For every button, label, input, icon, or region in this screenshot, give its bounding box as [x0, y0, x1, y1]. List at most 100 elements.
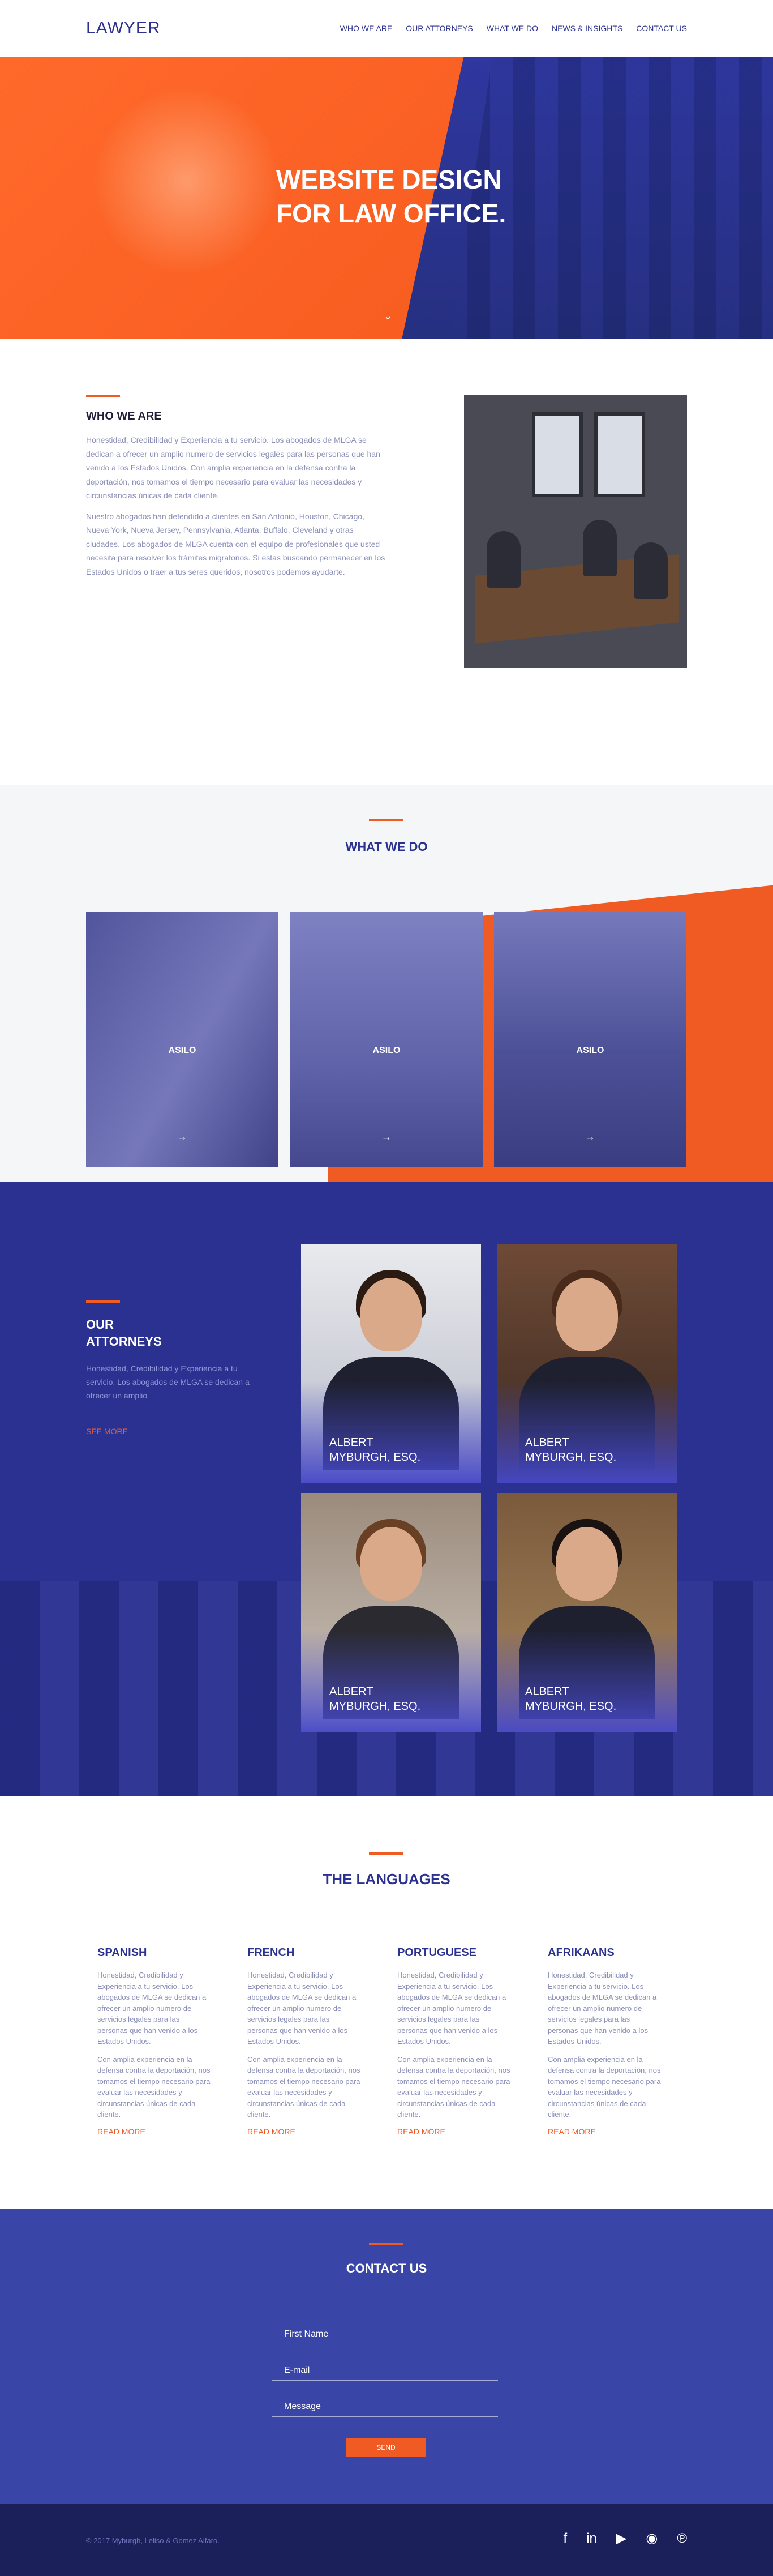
card-overlay: [301, 1381, 481, 1483]
language-column: SPANISH Honestidad, Credibilidad y Exper…: [97, 1946, 211, 2137]
person-shape: [583, 520, 617, 576]
copyright-text: © 2017 Myburgh, Leliso & Gomez Alfaro.: [86, 2536, 220, 2545]
nav-what-we-do[interactable]: WHAT WE DO: [487, 24, 538, 33]
attorneys-description: Honestidad, Credibilidad y Experiencia a…: [86, 1364, 250, 1400]
chevron-down-icon[interactable]: ⌄: [384, 310, 392, 322]
hero-banner: WEBSITE DESIGN FOR LAW OFFICE. ⌄: [0, 57, 773, 339]
read-more-link[interactable]: READ MORE: [397, 2127, 445, 2136]
language-text: Con amplia experiencia en la defensa con…: [97, 2055, 211, 2119]
service-card[interactable]: ASILO →: [290, 912, 483, 1167]
site-header: LAWYER WHO WE ARE OUR ATTORNEYS WHAT WE …: [0, 0, 773, 57]
section-accent-line: [369, 1852, 403, 1855]
who-paragraph-2: Nuestro abogados han defendido a cliente…: [86, 511, 385, 576]
language-column: FRENCH Honestidad, Credibilidad y Experi…: [247, 1946, 360, 2137]
section-title: THE LANGUAGES: [323, 1871, 450, 1888]
attorney-figure: [360, 1527, 422, 1601]
youtube-icon[interactable]: ▶: [616, 2532, 626, 2545]
service-card-title: ASILO: [168, 1046, 196, 1055]
attorney-name: ALBERT MYBURGH, ESQ.: [525, 1685, 617, 1713]
who-we-are-section: WHO WE ARE Honestidad, Credibilidad y Ex…: [0, 339, 773, 785]
attorney-figure: [556, 1527, 618, 1601]
hero-title-line2: FOR LAW OFFICE.: [276, 198, 506, 228]
pinterest-icon[interactable]: ℗: [677, 2532, 687, 2545]
who-we-are-content: WHO WE ARE Honestidad, Credibilidad y Ex…: [86, 395, 386, 585]
person-shape: [634, 542, 668, 599]
who-paragraph-1: Honestidad, Credibilidad y Experiencia a…: [86, 435, 380, 500]
section-title: OUR ATTORNEYS: [86, 1316, 267, 1350]
attorney-card[interactable]: ALBERT MYBURGH, ESQ.: [497, 1493, 677, 1732]
light-bulb-image: [85, 79, 289, 283]
linkedin-icon[interactable]: in: [586, 2532, 597, 2545]
title-line1: OUR: [86, 1317, 114, 1332]
email-field[interactable]: E-mail: [272, 2365, 498, 2381]
section-title: CONTACT US: [346, 2261, 427, 2275]
message-field[interactable]: Message: [272, 2402, 498, 2417]
main-nav: WHO WE ARE OUR ATTORNEYS WHAT WE DO NEWS…: [340, 24, 687, 33]
card-overlay: [497, 1381, 677, 1483]
nav-news-insights[interactable]: NEWS & INSIGHTS: [552, 24, 622, 33]
languages-section: THE LANGUAGES SPANISH Honestidad, Credib…: [0, 1796, 773, 2209]
language-name: SPANISH: [97, 1946, 147, 1959]
card-overlay: [290, 912, 483, 1167]
language-column: PORTUGUESE Honestidad, Credibilidad y Ex…: [397, 1946, 510, 2137]
service-card[interactable]: ASILO →: [494, 912, 686, 1167]
title-line2: ATTORNEYS: [86, 1334, 162, 1349]
first-name-field[interactable]: First Name: [272, 2329, 498, 2344]
attorneys-intro: OUR ATTORNEYS Honestidad, Credibilidad y…: [86, 1300, 267, 1437]
language-column: AFRIKAANS Honestidad, Credibilidad y Exp…: [548, 1946, 661, 2137]
card-overlay: [494, 912, 686, 1167]
send-button[interactable]: SEND: [346, 2438, 426, 2457]
language-name: AFRIKAANS: [548, 1946, 615, 1959]
language-text: Honestidad, Credibilidad y Experiencia a…: [397, 1971, 506, 2046]
attorney-name: ALBERT MYBURGH, ESQ.: [329, 1436, 421, 1464]
attorney-card[interactable]: ALBERT MYBURGH, ESQ.: [497, 1244, 677, 1483]
arrow-right-icon[interactable]: →: [86, 1131, 278, 1143]
read-more-link[interactable]: READ MORE: [548, 2127, 596, 2136]
section-accent-line: [369, 2243, 403, 2245]
arrow-right-icon[interactable]: →: [494, 1131, 686, 1143]
window-shape: [532, 412, 583, 497]
section-accent-line: [86, 1300, 120, 1303]
read-more-link[interactable]: READ MORE: [247, 2127, 295, 2136]
language-text: Con amplia experiencia en la defensa con…: [548, 2055, 661, 2119]
section-accent-line: [86, 395, 120, 397]
section-title: WHAT WE DO: [345, 840, 428, 854]
service-card-title: ASILO: [576, 1046, 604, 1055]
section-accent-line: [369, 819, 403, 821]
window-shape: [594, 412, 645, 497]
person-shape: [487, 531, 521, 588]
instagram-icon[interactable]: ◉: [646, 2532, 658, 2545]
facebook-icon[interactable]: f: [564, 2532, 568, 2545]
site-footer: © 2017 Myburgh, Leliso & Gomez Alfaro. f…: [0, 2504, 773, 2576]
attorney-figure: [360, 1278, 422, 1351]
card-overlay: [301, 1630, 481, 1732]
language-text: Con amplia experiencia en la defensa con…: [247, 2055, 360, 2119]
language-name: FRENCH: [247, 1946, 295, 1959]
social-links: f in ▶ ◉ ℗: [564, 2532, 687, 2545]
language-text: Con amplia experiencia en la defensa con…: [397, 2055, 510, 2119]
nav-who-we-are[interactable]: WHO WE ARE: [340, 24, 393, 33]
nav-our-attorneys[interactable]: OUR ATTORNEYS: [406, 24, 473, 33]
logo[interactable]: LAWYER: [86, 19, 161, 38]
attorneys-section: OUR ATTORNEYS Honestidad, Credibilidad y…: [0, 1182, 773, 1796]
hero-title-line1: WEBSITE DESIGN: [276, 165, 502, 194]
nav-contact-us[interactable]: CONTACT US: [636, 24, 687, 33]
see-more-link[interactable]: SEE MORE: [86, 1427, 128, 1436]
read-more-link[interactable]: READ MORE: [97, 2127, 145, 2136]
section-title: WHO WE ARE: [86, 410, 162, 422]
service-card-title: ASILO: [372, 1046, 401, 1055]
language-text: Honestidad, Credibilidad y Experiencia a…: [97, 1971, 207, 2046]
card-overlay: [497, 1630, 677, 1732]
attorney-card[interactable]: ALBERT MYBURGH, ESQ.: [301, 1244, 481, 1483]
language-text: Honestidad, Credibilidad y Experiencia a…: [548, 1971, 657, 2046]
language-text: Honestidad, Credibilidad y Experiencia a…: [247, 1971, 357, 2046]
service-card[interactable]: ASILO →: [86, 912, 278, 1167]
hero-title: WEBSITE DESIGN FOR LAW OFFICE.: [276, 163, 506, 231]
arrow-right-icon[interactable]: →: [290, 1131, 483, 1143]
attorney-card[interactable]: ALBERT MYBURGH, ESQ.: [301, 1493, 481, 1732]
card-overlay: [86, 912, 278, 1167]
office-photo: [464, 395, 687, 668]
attorney-name: ALBERT MYBURGH, ESQ.: [525, 1436, 617, 1464]
contact-section: CONTACT US First Name E-mail Message SEN…: [0, 2209, 773, 2504]
what-we-do-section: WHAT WE DO ASILO → ASILO → ASILO →: [0, 785, 773, 1182]
